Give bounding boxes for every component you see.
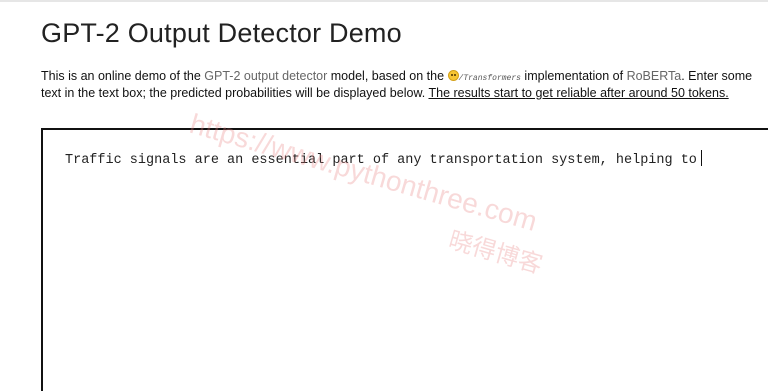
text-caret (700, 150, 702, 166)
description-text-2: model, based on the (327, 69, 448, 83)
roberta-link[interactable]: RoBERTa (627, 69, 682, 83)
text-input-value[interactable]: Traffic signals are an essential part of… (65, 150, 702, 168)
description-text-3: implementation of (520, 69, 627, 83)
top-divider (0, 0, 768, 2)
page: GPT-2 Output Detector Demo This is an on… (0, 0, 768, 391)
description: This is an online demo of the GPT-2 outp… (41, 69, 763, 101)
text-input-box[interactable]: Traffic signals are an essential part of… (41, 128, 768, 391)
text-input-content: Traffic signals are an essential part of… (65, 153, 697, 168)
transformers-name: /Transformers (458, 74, 521, 83)
hugging-face-icon (447, 70, 459, 81)
page-title: GPT-2 Output Detector Demo (41, 18, 402, 48)
detector-link[interactable]: GPT-2 output detector (204, 69, 327, 83)
reliability-note: The results start to get reliable after … (428, 86, 729, 100)
description-text-1: This is an online demo of the (41, 69, 205, 83)
